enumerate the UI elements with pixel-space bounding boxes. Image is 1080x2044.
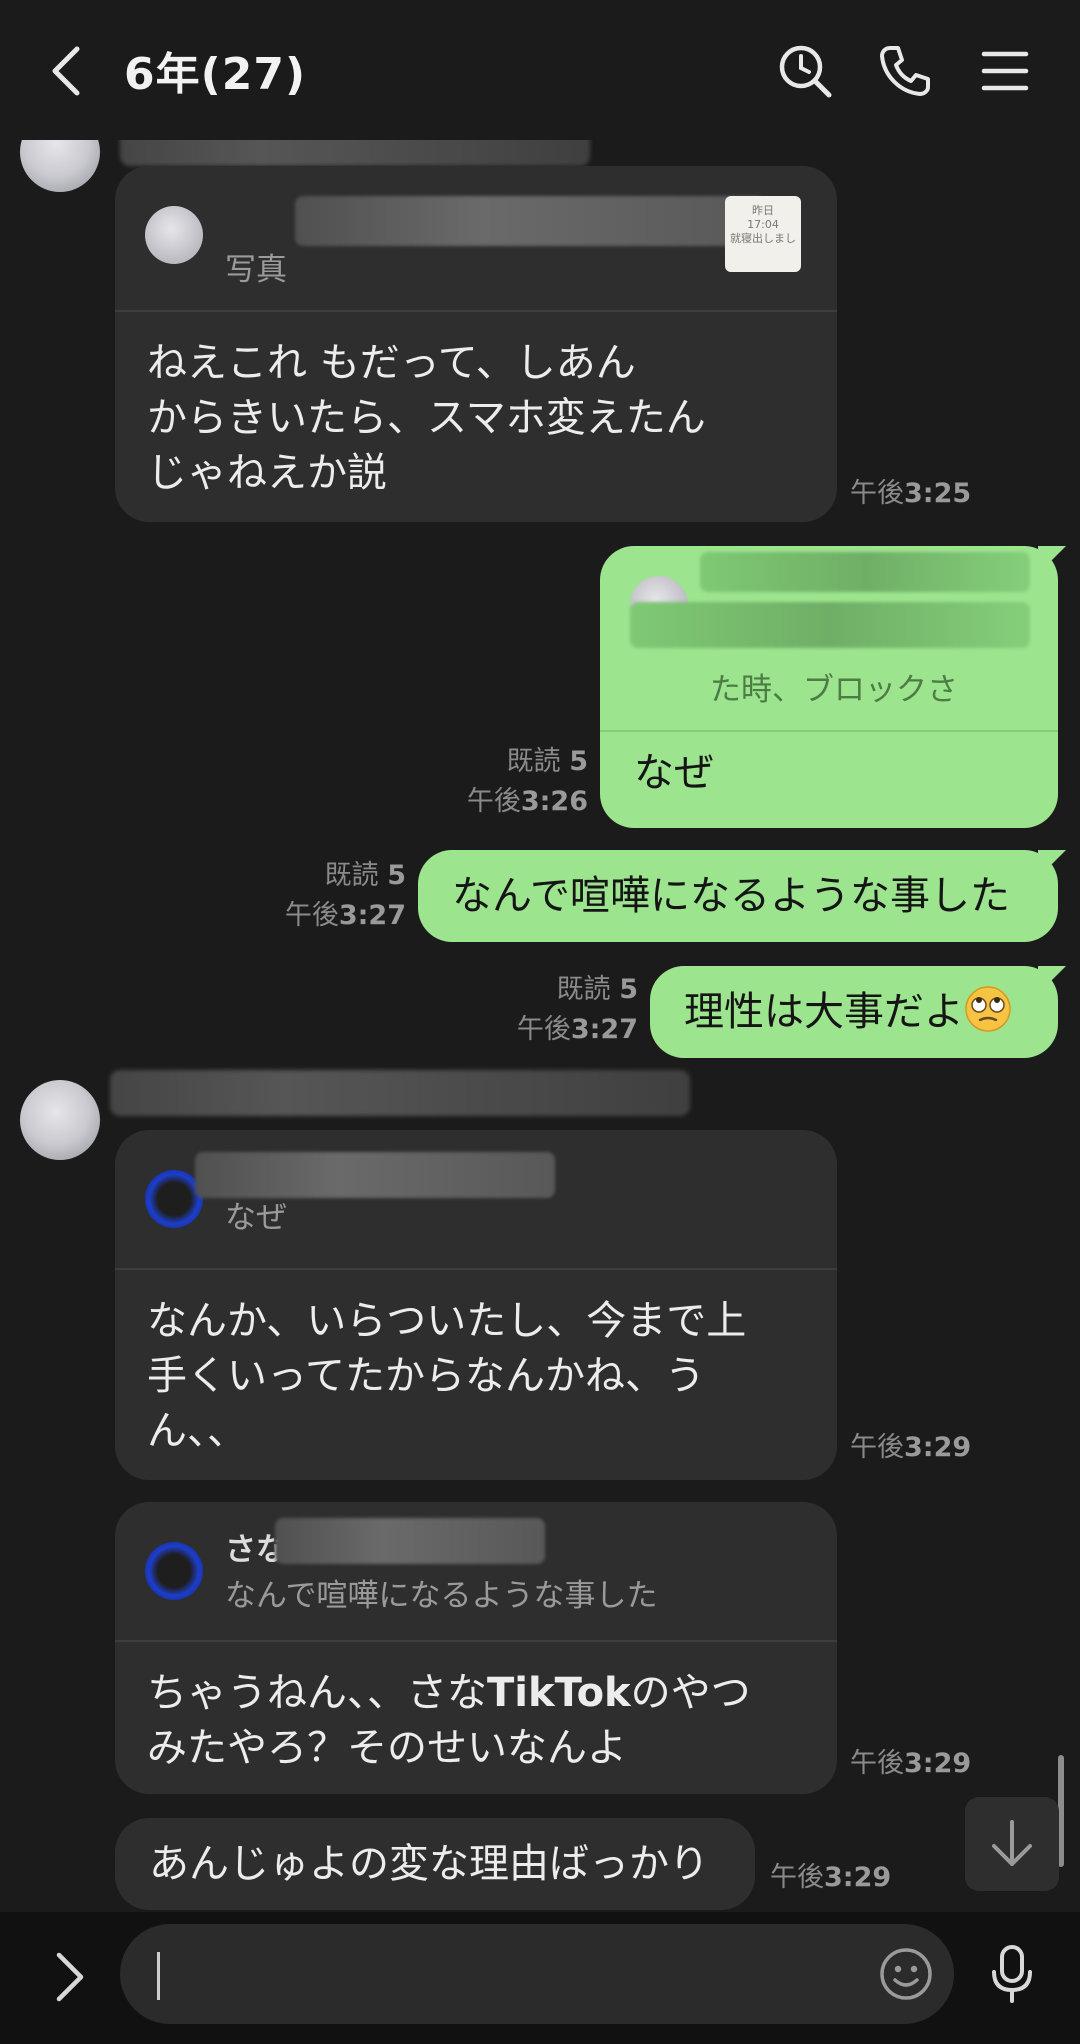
message-bubble-outgoing[interactable]: 理性は大事だよ xyxy=(650,966,1058,1058)
voice-message-button[interactable] xyxy=(980,1938,1044,2010)
message-read-status: 既読 5 午後3:27 xyxy=(516,974,638,1045)
chevron-right-icon xyxy=(56,1952,84,2002)
reply-quote[interactable]: さな なんで喧嘩になるような事した xyxy=(115,1502,837,1642)
message-text: ねえこれ もだって、しあん からきいたら、スマホ変えたん じゃねえか説 xyxy=(147,340,706,496)
phone-icon xyxy=(880,46,930,96)
rolling-eyes-emoji-icon xyxy=(965,986,1011,1032)
quoted-text: なんで喧嘩になるような事した xyxy=(225,1578,658,1614)
message-bubble-incoming[interactable]: なぜ なんか、いらついたし、今まで上 手くいってたからなんかね、う ん、、 xyxy=(115,1130,837,1480)
message-text: なんで喧嘩になるような事した xyxy=(452,873,1010,919)
message-text: なぜ xyxy=(634,750,714,796)
quoted-text: なぜ xyxy=(225,1200,287,1236)
reply-quote[interactable]: た時、ブロックさ xyxy=(600,546,1058,732)
message-text: なんか、いらついたし、今まで上 手くいってたからなんかね、う ん、、 xyxy=(147,1298,747,1454)
reply-quote[interactable]: 写真 昨日 17:04 就寝出しまし xyxy=(115,166,837,312)
smiley-icon xyxy=(880,1948,932,2000)
message-bubble-incoming[interactable]: 写真 昨日 17:04 就寝出しまし ねえこれ もだって、しあん からきいたら、… xyxy=(115,166,837,522)
quoted-text-redacted xyxy=(630,602,1030,648)
menu-button[interactable] xyxy=(970,36,1040,106)
message-read-status: 既読 5 午後3:26 xyxy=(466,746,588,817)
chat-title: 6年(27) xyxy=(124,49,307,100)
chat-header: 6年(27) xyxy=(0,0,1080,140)
message-bubble-outgoing[interactable]: なんで喧嘩になるような事した xyxy=(418,850,1058,942)
message-bubble-incoming[interactable]: さな なんで喧嘩になるような事した ちゃうねん、、さなTikTokのやつ みたや… xyxy=(115,1502,837,1794)
back-button[interactable] xyxy=(32,36,102,106)
microphone-icon xyxy=(992,1945,1032,2003)
emoji-button[interactable] xyxy=(874,1942,938,2006)
reply-quote[interactable]: なぜ xyxy=(115,1130,837,1270)
message-text: あんじゅよの変な理由ばっかり xyxy=(149,1841,709,1887)
composer-bar xyxy=(0,1912,1080,2044)
message-time: 午後3:29 xyxy=(850,1432,972,1463)
call-button[interactable] xyxy=(870,36,940,106)
message-input[interactable] xyxy=(120,1924,954,2024)
chevron-left-icon xyxy=(52,46,80,96)
expand-toolbar-button[interactable] xyxy=(40,1942,100,2012)
quoted-avatar xyxy=(145,206,203,264)
scroll-to-bottom-button[interactable] xyxy=(965,1797,1059,1891)
quoted-name-redacted xyxy=(700,552,1030,592)
sender-avatar[interactable] xyxy=(20,1080,100,1160)
sender-name-redacted xyxy=(110,1070,690,1116)
arrow-down-icon xyxy=(992,1820,1032,1866)
message-time: 午後3:29 xyxy=(850,1748,972,1779)
quoted-name-redacted xyxy=(275,1518,545,1564)
search-history-button[interactable] xyxy=(770,36,840,106)
message-bubble-outgoing[interactable]: た時、ブロックさ なぜ xyxy=(600,546,1058,828)
quoted-label: 写真 xyxy=(225,252,287,288)
quoted-text: た時、ブロックさ xyxy=(710,672,958,708)
message-bubble-incoming[interactable]: あんじゅよの変な理由ばっかり xyxy=(115,1818,755,1910)
hamburger-icon xyxy=(981,51,1029,91)
message-text: 理性は大事だよ xyxy=(650,966,1058,1058)
message-list[interactable]: 写真 昨日 17:04 就寝出しまし ねえこれ もだって、しあん からきいたら、… xyxy=(0,130,1080,1912)
message-read-status: 既読 5 午後3:27 xyxy=(284,860,406,931)
message-text: ちゃうねん、、さなTikTokのやつ みたやろ？そのせいなんよ xyxy=(147,1670,751,1771)
message-time: 午後3:25 xyxy=(850,478,972,509)
quoted-photo-thumbnail: 昨日 17:04 就寝出しまし xyxy=(725,196,801,272)
quoted-avatar xyxy=(145,1542,203,1600)
quoted-name-redacted xyxy=(295,196,765,246)
message-time: 午後3:29 xyxy=(770,1862,892,1893)
text-caret xyxy=(157,1952,160,2000)
history-search-icon xyxy=(779,45,832,98)
